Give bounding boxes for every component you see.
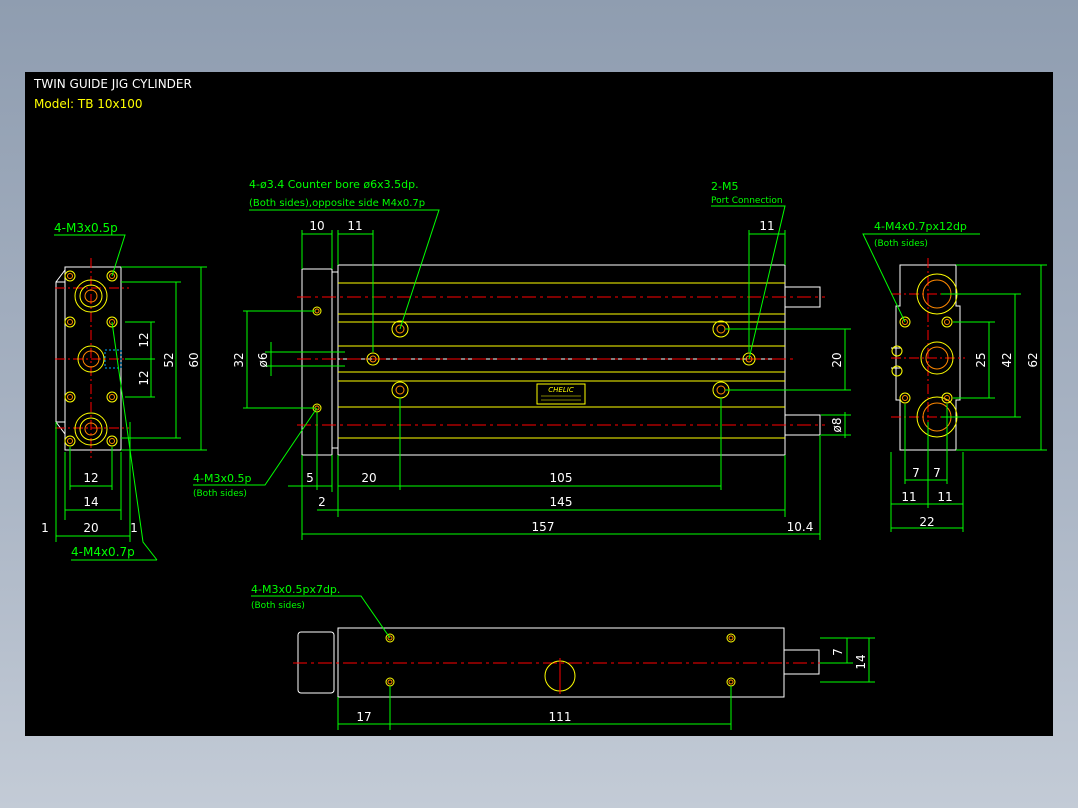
dim-42: 42 bbox=[1000, 352, 1014, 367]
dim-12-upper: 12 bbox=[137, 332, 151, 347]
callout-port-sub: Port Connection bbox=[711, 196, 783, 206]
dim-2: 2 bbox=[318, 495, 326, 509]
callout-counterbore-sub: (Both sides),opposite side M4x0.7p bbox=[249, 198, 425, 209]
dim-12-bottom: 12 bbox=[83, 471, 98, 485]
dim-7-left: 7 bbox=[912, 466, 920, 480]
dim-22: 22 bbox=[919, 515, 934, 529]
left-end-view: 12 12 52 60 12 14 20 1 1 4-M3x0.5p 4-M4x… bbox=[41, 221, 207, 561]
dim-11-top-left: 11 bbox=[347, 219, 362, 233]
dim-5: 5 bbox=[306, 471, 314, 485]
port-hole-icon bbox=[891, 345, 903, 377]
callout-side-m3-sub: (Both sides) bbox=[193, 489, 247, 499]
drawing-title: TWIN GUIDE JIG CYLINDER bbox=[33, 77, 192, 91]
cad-drawing-canvas: TWIN GUIDE JIG CYLINDER Model: TB 10x100 bbox=[25, 72, 1053, 736]
dim-17: 17 bbox=[356, 710, 371, 724]
dim-14-bottom: 14 bbox=[854, 654, 868, 669]
dim-52: 52 bbox=[162, 352, 176, 367]
dim-11-top-right: 11 bbox=[759, 219, 774, 233]
brand-label: CHELIC bbox=[548, 386, 574, 394]
dim-11-right: 11 bbox=[937, 490, 952, 504]
dim-20-bottom: 20 bbox=[361, 471, 376, 485]
dim-7-bottom: 7 bbox=[831, 648, 845, 656]
callout-m3-left: 4-M3x0.5p bbox=[54, 221, 118, 235]
callout-m4-left: 4-M4x0.7p bbox=[71, 545, 135, 559]
right-end-view: 25 42 62 7 7 11 11 22 4-M4x0.7px12dp (Bo… bbox=[862, 220, 1047, 532]
dim-11-left: 11 bbox=[901, 490, 916, 504]
dim-105: 105 bbox=[550, 471, 573, 485]
callout-m4-right-sub: (Both sides) bbox=[874, 239, 928, 249]
dim-14-bottom: 14 bbox=[83, 495, 98, 509]
dim-20-bottom: 20 bbox=[83, 521, 98, 535]
dim-145: 145 bbox=[550, 495, 573, 509]
dim-157: 157 bbox=[532, 520, 555, 534]
technical-drawing: TWIN GUIDE JIG CYLINDER Model: TB 10x100 bbox=[33, 77, 1047, 730]
dim-12-lower: 12 bbox=[137, 370, 151, 385]
dim-7-right: 7 bbox=[933, 466, 941, 480]
callout-m4-right: 4-M4x0.7px12dp bbox=[874, 220, 967, 233]
bottom-view: 17 111 7 14 4-M3x0.5px7dp. (Both sides) bbox=[251, 583, 875, 730]
dim-10-4: 10.4 bbox=[787, 520, 814, 534]
dim-1-left: 1 bbox=[41, 521, 49, 535]
model-label: Model: TB 10x100 bbox=[34, 97, 143, 111]
dim-60: 60 bbox=[187, 352, 201, 367]
dim-10-top: 10 bbox=[309, 219, 324, 233]
callout-side-m3: 4-M3x0.5p bbox=[193, 472, 251, 485]
front-view: CHELIC 10 11 11 32 ø6 20 ø8 5 20 105 2 1… bbox=[193, 178, 851, 540]
callout-counterbore: 4-ø3.4 Counter bore ø6x3.5dp. bbox=[249, 178, 419, 191]
dim-1-right: 1 bbox=[130, 521, 138, 535]
dim-32-left: 32 bbox=[232, 352, 246, 367]
callout-m3-bottom: 4-M3x0.5px7dp. bbox=[251, 583, 340, 596]
callout-port: 2-M5 bbox=[711, 180, 738, 193]
dim-111: 111 bbox=[549, 710, 572, 724]
dim-20-right: 20 bbox=[830, 352, 844, 367]
dim-62: 62 bbox=[1026, 352, 1040, 367]
dim-25: 25 bbox=[974, 352, 988, 367]
dim-phi8: ø8 bbox=[830, 418, 844, 433]
dim-phi6: ø6 bbox=[256, 353, 270, 368]
callout-m3-bottom-sub: (Both sides) bbox=[251, 601, 305, 611]
